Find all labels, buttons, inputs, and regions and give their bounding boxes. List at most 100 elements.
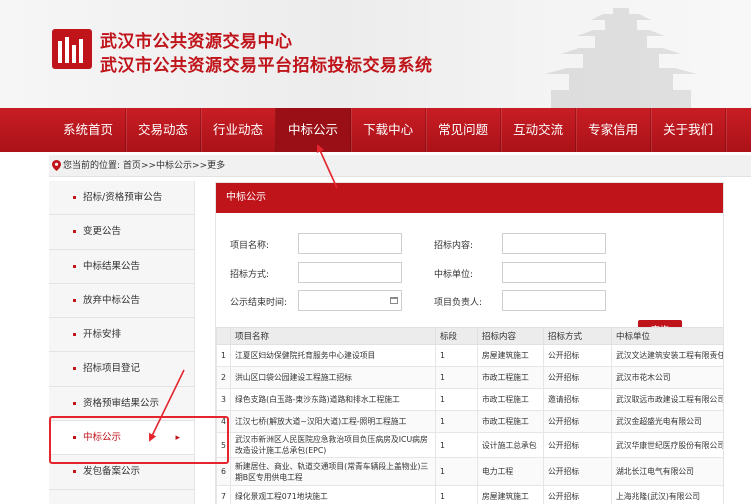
sidebar-item-label: 资格预审结果公示	[83, 397, 160, 409]
row-index: 7	[216, 485, 231, 504]
bullet-icon	[73, 367, 76, 371]
sidebar-item-project-registration[interactable]: 招标项目登记	[49, 352, 194, 387]
row-winner: 武汉取远市政建设工程有限公司	[611, 388, 723, 411]
row-tender-method: 邀请招标	[543, 388, 612, 411]
tender-method-input[interactable]	[298, 262, 402, 283]
breadcrumb-prefix: 您当前的位置:	[63, 161, 121, 171]
sidebar-item-change-notice[interactable]: 变更公告	[49, 215, 194, 250]
page: 武汉市公共资源交易中心 武汉市公共资源交易平台招标投标交易系统 系统首页 交易动…	[0, 0, 751, 504]
project-leader-input[interactable]	[502, 290, 606, 311]
row-winner: 武汉金超盛光电有限公司	[611, 410, 723, 433]
row-tender-method: 公开招标	[543, 485, 612, 504]
main-panel: 中标公示 项目名称: 招标内容: 招标方式: 中标单位: 公示结束时间: 项目负…	[215, 182, 724, 504]
row-winner: 武汉市花木公司	[611, 366, 723, 389]
publish-end-date-input[interactable]	[298, 290, 402, 311]
table-row[interactable]: 5 武汉市新洲区人民医院应急救治项目负压病房及ICU病房改造设计施工总承包(EP…	[216, 432, 723, 458]
table-row[interactable]: 7 绿化景观工程071地块施工 1 房屋建筑施工 公开招标 上海兆隆(武汉)有限…	[216, 485, 723, 504]
table-row[interactable]: 4 江汉七桥(解放大道~汉阳大道)工程-照明工程施工 1 市政工程施工 公开招标…	[216, 410, 723, 433]
row-tender-method: 公开招标	[543, 457, 612, 486]
breadcrumb-section[interactable]: 中标公示	[156, 161, 192, 171]
sidebar-item-label: 招标/资格预审公告	[83, 192, 163, 203]
column-header-tender-content: 招标内容	[477, 327, 544, 345]
table-row[interactable]: 6 新建居住、商业、轨道交通项目(常青车辆段上盖物业)三期B区专用供电工程 1 …	[216, 457, 723, 486]
project-name-input[interactable]	[298, 233, 402, 254]
bullet-icon	[73, 230, 76, 234]
tender-content-input[interactable]	[502, 233, 606, 254]
column-header-winner: 中标单位	[611, 327, 723, 345]
row-winner: 湖北长江电气有限公司	[611, 457, 723, 486]
sidebar-item-bid-opening[interactable]: 开标安排	[49, 318, 194, 353]
breadcrumb-home[interactable]: 首页	[123, 161, 141, 171]
nav-item-industry-news[interactable]: 行业动态	[201, 108, 277, 152]
row-project-name-link[interactable]: 绿色支路(白玉路-東沙东路)道路和排水工程施工	[230, 388, 436, 411]
row-index: 3	[216, 388, 231, 411]
row-project-name-link[interactable]: 新建居住、商业、轨道交通项目(常青车辆段上盖物业)三期B区专用供电工程	[230, 457, 436, 486]
row-project-name-link[interactable]: 武汉市新洲区人民医院应急救治项目负压病房及ICU病房改造设计施工总承包(EPC)	[230, 432, 436, 458]
main-nav: 系统首页 交易动态 行业动态 中标公示 下载中心 常见问题 互动交流 专家信用 …	[0, 108, 751, 152]
nav-item-about[interactable]: 关于我们	[651, 108, 727, 152]
nav-item-trade-news[interactable]: 交易动态	[126, 108, 202, 152]
row-project-name-link[interactable]: 江汉七桥(解放大道~汉阳大道)工程-照明工程施工	[230, 410, 436, 433]
row-section: 1	[435, 366, 478, 389]
winner-label: 中标单位:	[434, 270, 474, 280]
table-row[interactable]: 1 江夏区妇幼保健院托育服务中心建设项目 1 房屋建筑施工 公开招标 武汉文达建…	[216, 344, 723, 367]
row-section: 1	[435, 344, 478, 367]
tender-content-label: 招标内容:	[434, 241, 474, 251]
bullet-icon	[73, 298, 76, 302]
column-header-index	[216, 327, 231, 345]
row-winner: 上海兆隆(武汉)有限公司	[611, 485, 723, 504]
project-leader-label: 项目负责人:	[434, 298, 483, 308]
column-header-project-name: 项目名称	[230, 327, 436, 345]
row-project-name-link[interactable]: 绿化景观工程071地块施工	[230, 485, 436, 504]
sidebar-item-label: 招标项目登记	[83, 363, 141, 375]
sidebar-item-label: 中标结果公告	[83, 260, 141, 272]
row-tender-content: 市政工程施工	[477, 366, 544, 389]
sidebar-item-abandon-award[interactable]: 放弃中标公告	[49, 284, 194, 319]
sidebar-item-label: 放弃中标公告	[83, 294, 141, 306]
bullet-icon	[73, 401, 76, 405]
annotation-highlight-box	[49, 416, 229, 464]
bullet-icon	[73, 470, 76, 474]
row-tender-content: 电力工程	[477, 457, 544, 486]
winner-input[interactable]	[502, 262, 606, 283]
row-section: 1	[435, 485, 478, 504]
row-section: 1	[435, 457, 478, 486]
breadcrumb-separator: >>	[140, 161, 157, 171]
site-header: 武汉市公共资源交易中心 武汉市公共资源交易平台招标投标交易系统	[0, 0, 751, 108]
panel-title: 中标公示	[216, 183, 723, 213]
row-section: 1	[435, 432, 478, 458]
nav-item-award-notice[interactable]: 中标公示	[276, 108, 352, 152]
row-tender-method: 公开招标	[543, 366, 612, 389]
nav-item-faq[interactable]: 常见问题	[426, 108, 502, 152]
row-tender-method: 公开招标	[543, 410, 612, 433]
sidebar-item-award-result[interactable]: 中标结果公告	[49, 250, 194, 284]
row-tender-content: 市政工程施工	[477, 410, 544, 433]
bullet-icon	[73, 196, 76, 199]
nav-item-interaction[interactable]: 互动交流	[501, 108, 577, 152]
sidebar-item-tender-notice[interactable]: 招标/资格预审公告	[49, 181, 194, 216]
row-tender-content: 房屋建筑施工	[477, 485, 544, 504]
row-project-name-link[interactable]: 洪山区口袋公园建设工程施工招标	[230, 366, 436, 389]
row-index: 2	[216, 366, 231, 389]
location-pin-icon	[52, 160, 61, 171]
row-tender-method: 公开招标	[543, 344, 612, 367]
row-project-name-link[interactable]: 江夏区妇幼保健院托育服务中心建设项目	[230, 344, 436, 367]
nav-item-downloads[interactable]: 下载中心	[351, 108, 427, 152]
site-logo[interactable]	[52, 29, 92, 69]
row-tender-content: 设计施工总承包	[477, 432, 544, 458]
pagoda-watermark	[545, 8, 697, 108]
sidebar-item-label: 发包备案公示	[83, 466, 141, 478]
table-row[interactable]: 2 洪山区口袋公园建设工程施工招标 1 市政工程施工 公开招标 武汉市花木公司	[216, 366, 723, 389]
nav-item-home[interactable]: 系统首页	[51, 108, 127, 152]
bullet-icon	[73, 333, 76, 337]
site-title: 武汉市公共资源交易中心	[100, 32, 293, 52]
table-row[interactable]: 3 绿色支路(白玉路-東沙东路)道路和排水工程施工 1 市政工程施工 邀请招标 …	[216, 388, 723, 411]
row-tender-content: 房屋建筑施工	[477, 344, 544, 367]
nav-item-expert-credit[interactable]: 专家信用	[576, 108, 652, 152]
calendar-icon[interactable]	[390, 297, 398, 304]
site-subtitle: 武汉市公共资源交易平台招标投标交易系统	[100, 56, 433, 76]
column-header-tender-method: 招标方式	[543, 327, 612, 345]
sidebar-item-label: 开标安排	[83, 329, 122, 341]
row-winner: 武汉华康世纪医疗股份有限公司	[611, 432, 723, 458]
breadcrumb-current: 更多	[207, 161, 226, 171]
